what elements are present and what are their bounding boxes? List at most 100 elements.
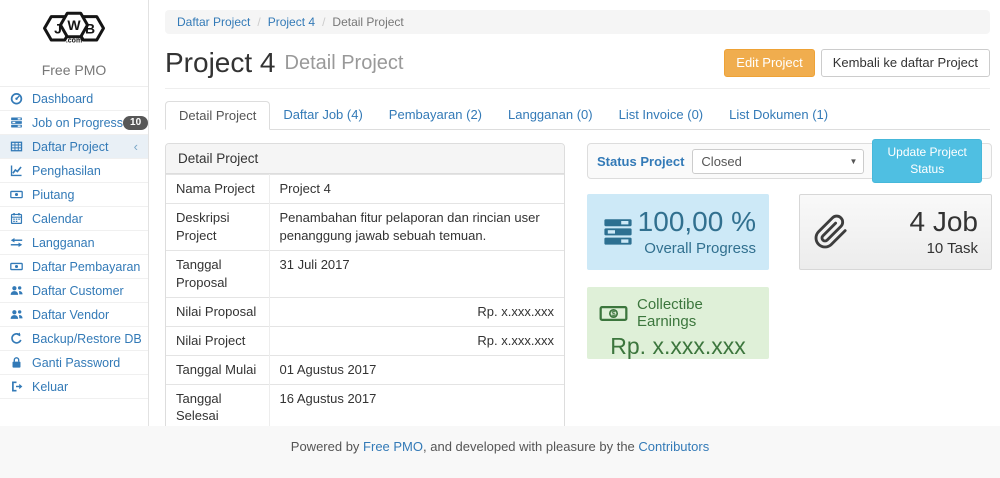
- sidebar-item-ganti-password[interactable]: Ganti Password: [0, 351, 148, 375]
- calendar-icon: [10, 212, 26, 226]
- users-icon: [10, 308, 26, 322]
- right-column: Status Project Closed ▼ Update Project S…: [587, 143, 992, 426]
- status-project-label: Status Project: [597, 154, 684, 169]
- overall-progress-label: Overall Progress: [636, 240, 756, 257]
- tabs: Detail ProjectDaftar Job (4)Pembayaran (…: [165, 101, 990, 130]
- sidebar-item-label: Daftar Pembayaran: [32, 260, 140, 274]
- status-project-select[interactable]: Closed: [692, 149, 864, 174]
- detail-label: Nilai Proposal: [166, 297, 269, 326]
- line-chart-icon: [10, 164, 26, 178]
- money-icon: $: [599, 304, 628, 323]
- footer-text-prefix: Powered by: [291, 439, 363, 454]
- sidebar-item-dashboard[interactable]: Dashboard: [0, 87, 148, 111]
- sidebar-item-label: Daftar Vendor: [32, 308, 109, 322]
- detail-label: Tanggal Mulai: [166, 355, 269, 384]
- breadcrumb-item-project-4[interactable]: Project 4: [250, 15, 315, 29]
- detail-value: Rp. x.xxx.xxx: [269, 326, 564, 355]
- content-wrapper: J W B .com Free PMO Dashboard Job on Prog…: [0, 0, 1000, 426]
- detail-row-tanggal-selesai: Tanggal Selesai16 Agustus 2017: [166, 384, 564, 426]
- detail-row-tanggal-mulai: Tanggal Mulai01 Agustus 2017: [166, 355, 564, 384]
- sidebar-item-langganan[interactable]: Langganan: [0, 231, 148, 255]
- exchange-icon: [10, 236, 26, 250]
- sidebar-item-keluar[interactable]: Keluar: [0, 375, 148, 399]
- detail-row-nama-project: Nama ProjectProject 4: [166, 175, 564, 204]
- jwb-logo-icon: J W B .com: [34, 6, 114, 60]
- logo-dotcom-text: .com: [66, 38, 82, 45]
- brand-logo[interactable]: J W B .com Free PMO: [0, 0, 148, 87]
- footer-text-middle: , and developed with pleasure by the: [423, 439, 638, 454]
- users-icon: [10, 284, 26, 298]
- footer: Powered by Free PMO, and developed with …: [0, 426, 1000, 478]
- free-pmo-app: J W B .com Free PMO Dashboard Job on Prog…: [0, 0, 1000, 478]
- detail-row-nilai-project: Nilai ProjectRp. x.xxx.xxx: [166, 326, 564, 355]
- chevron-left-icon: ‹: [134, 140, 138, 153]
- tab-daftar-job-4[interactable]: Daftar Job (4): [270, 101, 375, 130]
- breadcrumb-item-detail-project: Detail Project: [315, 15, 404, 29]
- collectible-earnings-box: $ Collectibe Earnings Rp. x.xxx.xxx: [587, 287, 769, 359]
- job-count-box: 4 Job 10 Task: [799, 194, 992, 270]
- lock-icon: [10, 356, 26, 370]
- svg-text:$: $: [611, 309, 615, 318]
- tasks-icon: [10, 116, 26, 130]
- sidebar-item-daftar-customer[interactable]: Daftar Customer: [0, 279, 148, 303]
- detail-table-body: Nama ProjectProject 4Deskripsi ProjectPe…: [166, 175, 564, 427]
- detail-label: Tanggal Selesai: [166, 384, 269, 426]
- detail-value: Project 4: [269, 175, 564, 204]
- sidebar-menu: Dashboard Job on Progress10Daftar Project…: [0, 87, 148, 399]
- detail-row-tanggal-proposal: Tanggal Proposal31 Juli 2017: [166, 250, 564, 297]
- tasks-big-icon: [600, 216, 636, 248]
- sidebar-item-job-on-progress[interactable]: Job on Progress10: [0, 111, 148, 135]
- paperclip-icon: [813, 211, 849, 253]
- dashboard-icon: [10, 92, 26, 106]
- sidebar-item-calendar[interactable]: Calendar: [0, 207, 148, 231]
- main-content: Daftar ProjectProject 4Detail Project Pr…: [149, 0, 1000, 426]
- breadcrumb-link[interactable]: Project 4: [268, 15, 315, 29]
- detail-value: Rp. x.xxx.xxx: [269, 297, 564, 326]
- edit-project-button[interactable]: Edit Project: [724, 49, 814, 78]
- breadcrumb-item-daftar-project[interactable]: Daftar Project: [177, 15, 250, 29]
- logo-letter-j: J: [54, 21, 62, 37]
- update-project-status-button[interactable]: Update Project Status: [872, 139, 982, 184]
- sidebar-item-label: Keluar: [32, 380, 68, 394]
- sidebar-item-penghasilan[interactable]: Penghasilan: [0, 159, 148, 183]
- detail-label: Deskripsi Project: [166, 203, 269, 250]
- tab-detail-project[interactable]: Detail Project: [165, 101, 270, 130]
- breadcrumb: Daftar Project Project 4Detail Project: [165, 10, 990, 34]
- detail-value: 16 Agustus 2017: [269, 384, 564, 426]
- status-project-bar: Status Project Closed ▼ Update Project S…: [587, 143, 992, 179]
- page-title: Project 4: [165, 47, 276, 79]
- sidebar-item-daftar-pembayaran[interactable]: Daftar Pembayaran: [0, 255, 148, 279]
- sidebar-item-backup-restore-db[interactable]: Backup/Restore DB: [0, 327, 148, 351]
- sidebar-item-daftar-vendor[interactable]: Daftar Vendor: [0, 303, 148, 327]
- sidebar-item-label: Ganti Password: [32, 356, 120, 370]
- sidebar-item-piutang[interactable]: Piutang: [0, 183, 148, 207]
- back-to-project-list-button[interactable]: Kembali ke daftar Project: [821, 49, 990, 78]
- count-badge: 10: [123, 116, 148, 130]
- footer-link-contributors[interactable]: Contributors: [638, 439, 709, 454]
- logo-letter-w: W: [67, 17, 81, 33]
- brand-text: Free PMO: [0, 62, 148, 78]
- tab-langganan-0[interactable]: Langganan (0): [495, 101, 606, 130]
- sidebar-item-daftar-project[interactable]: Daftar Project‹: [0, 135, 148, 159]
- sidebar-item-label: Dashboard: [32, 92, 93, 106]
- footer-link-freepmo[interactable]: Free PMO: [363, 439, 423, 454]
- overall-progress-value: 100,00 %: [636, 206, 756, 238]
- detail-row-deskripsi-project: Deskripsi ProjectPenambahan fitur pelapo…: [166, 203, 564, 250]
- tab-list-dokumen-1[interactable]: List Dokumen (1): [716, 101, 841, 130]
- sidebar-item-label: Daftar Customer: [32, 284, 124, 298]
- detail-value: 01 Agustus 2017: [269, 355, 564, 384]
- task-count-value: 10 Task: [849, 240, 978, 257]
- page-subtitle: Detail Project: [285, 52, 404, 75]
- detail-value: Penambahan fitur pelaporan dan rincian u…: [269, 203, 564, 250]
- logo-letter-b: B: [85, 21, 95, 37]
- sign-out-icon: [10, 380, 26, 394]
- tab-content: Detail Project Nama ProjectProject 4Desk…: [165, 143, 990, 426]
- job-count-value: 4 Job: [849, 206, 978, 238]
- sidebar-item-label: Calendar: [32, 212, 83, 226]
- breadcrumb-link[interactable]: Daftar Project: [177, 15, 250, 29]
- detail-project-panel: Detail Project Nama ProjectProject 4Desk…: [165, 143, 565, 426]
- tab-pembayaran-2[interactable]: Pembayaran (2): [376, 101, 495, 130]
- detail-label: Tanggal Proposal: [166, 250, 269, 297]
- overall-progress-box: 100,00 % Overall Progress: [587, 194, 769, 270]
- tab-list-invoice-0[interactable]: List Invoice (0): [606, 101, 717, 130]
